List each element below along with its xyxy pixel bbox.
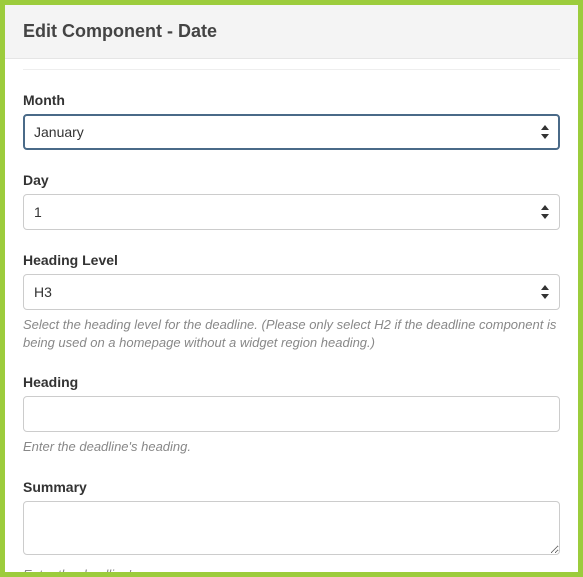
field-heading: Heading Enter the deadline's heading. [23,374,560,456]
summary-textarea[interactable] [23,501,560,555]
dialog-header: Edit Component - Date [5,5,578,59]
divider [23,69,560,70]
select-wrap-heading-level: H3 [23,274,560,310]
help-summary: Enter the deadline's summary [23,566,560,572]
label-day: Day [23,172,560,188]
label-heading: Heading [23,374,560,390]
dialog-title: Edit Component - Date [23,21,560,42]
dialog-body: Month January Day 1 Head [5,59,578,572]
heading-level-select[interactable]: H3 [23,274,560,310]
label-heading-level: Heading Level [23,252,560,268]
field-heading-level: Heading Level H3 Select the heading leve… [23,252,560,352]
field-month: Month January [23,92,560,150]
heading-input[interactable] [23,396,560,432]
field-day: Day 1 [23,172,560,230]
label-month: Month [23,92,560,108]
month-select[interactable]: January [23,114,560,150]
label-summary: Summary [23,479,560,495]
dialog-edit-component: Edit Component - Date Month January Day … [0,0,583,577]
select-wrap-day: 1 [23,194,560,230]
help-heading-level: Select the heading level for the deadlin… [23,316,560,352]
help-heading: Enter the deadline's heading. [23,438,560,456]
select-wrap-month: January [23,114,560,150]
day-select[interactable]: 1 [23,194,560,230]
field-summary: Summary Enter the deadline's summary [23,479,560,572]
